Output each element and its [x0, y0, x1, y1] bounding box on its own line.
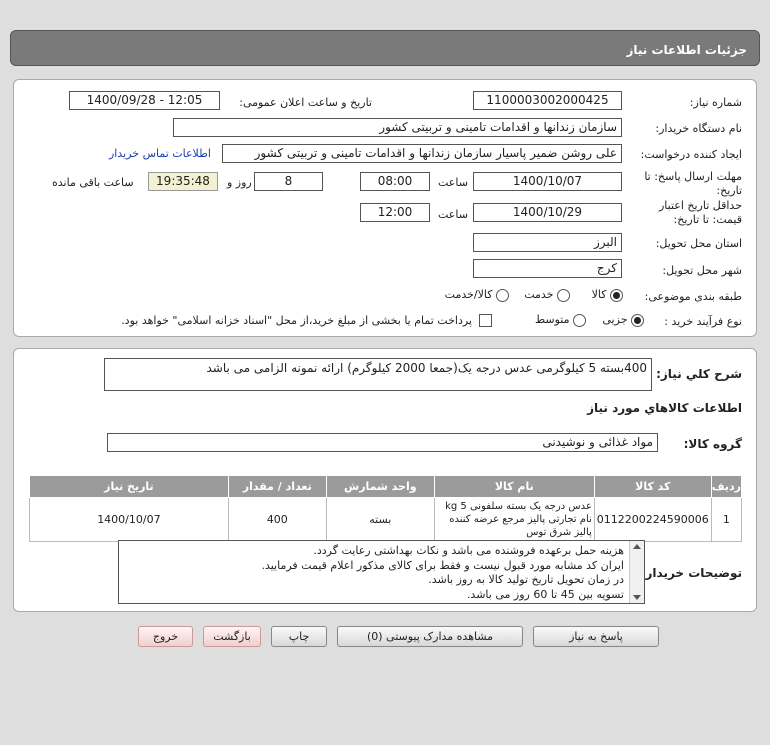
validity-time-label: ساعت: [438, 208, 468, 221]
send-deadline-label: مهلت ارسال پاسخ: تا تاریخ:: [644, 170, 742, 197]
radio-selected-icon: [631, 313, 644, 327]
requester-field: علی روشن ضمیر پاسیار سازمان زندانها و اق…: [222, 144, 622, 163]
city-label: شهر محل تحویل:: [662, 264, 742, 277]
radio-unselected-icon: [496, 288, 509, 302]
validity-date-field: 1400/10/29: [473, 203, 622, 222]
col-header-unit: واحد شمارش: [325, 475, 435, 498]
category-option-label: کالا: [591, 288, 607, 301]
col-header-row: ردیف: [710, 475, 743, 498]
city-field: کرج: [473, 259, 622, 278]
remaining-label: ساعت باقی مانده: [52, 176, 134, 189]
need-number-label: شماره نیاز:: [689, 96, 742, 109]
province-label: استان محل تحویل:: [655, 237, 742, 250]
buyer-notes-box[interactable]: هزینه حمل برعهده فروشنده می باشد و نکات …: [118, 540, 645, 604]
table-row[interactable]: 1 0112200224590006 عدس درجه یک بسته سلفو…: [29, 497, 743, 542]
deadline-time-label: ساعت: [438, 176, 468, 189]
radio-unselected-icon: [557, 288, 570, 302]
buyer-note-line: ایران کد مشابه مورد قبول نیست و فقط برای…: [261, 558, 624, 572]
exit-button[interactable]: خروج: [138, 626, 193, 647]
days-and-label: روز و: [227, 176, 252, 189]
buyer-contact-link[interactable]: اطلاعات تماس خریدار: [109, 147, 211, 160]
back-button[interactable]: بازگشت: [203, 626, 261, 647]
cell-goods-name: عدس درجه یک بسته سلفونی 5 kg نام تجارتی …: [433, 497, 595, 542]
process-type-label: نوع فرآیند خرید :: [664, 315, 742, 328]
requester-label: ایجاد کننده درخواست:: [640, 148, 742, 161]
cell-unit: بسته: [325, 497, 435, 542]
notes-scrollbar[interactable]: [629, 541, 644, 603]
treasury-payment-checkbox[interactable]: [479, 314, 492, 327]
buyer-note-line: تسویه بین 45 تا 60 روز می باشد.: [466, 587, 624, 601]
goods-group-field: مواد غذائی و نوشیدنی: [107, 433, 658, 452]
process-option-label: متوسط: [534, 313, 570, 326]
cell-row-number: 1: [710, 497, 743, 542]
process-radio-medium[interactable]: متوسط: [526, 313, 586, 327]
scroll-up-arrow-icon[interactable]: [633, 544, 641, 549]
cell-quantity: 400: [227, 497, 327, 542]
process-radio-minor[interactable]: جزیی: [592, 313, 644, 327]
radio-selected-icon: [610, 288, 623, 302]
reply-to-need-button[interactable]: پاسخ به نیاز: [533, 626, 659, 647]
days-remaining-field: 8: [254, 172, 323, 191]
cell-goods-code: 0112200224590006: [593, 497, 712, 542]
page-title: جزئیات اطلاعات نیاز: [10, 30, 760, 66]
col-header-code: کد کالا: [593, 475, 712, 498]
buyer-notes-label: توضیحات خریدار:: [640, 566, 742, 580]
category-radio-goods-service[interactable]: کالا/خدمت: [425, 288, 509, 302]
scroll-down-arrow-icon[interactable]: [633, 595, 641, 600]
general-desc-label: شرح کلي نياز:: [656, 367, 742, 381]
category-option-label: کالا/خدمت: [444, 288, 493, 301]
validity-time-field: 12:00: [360, 203, 430, 222]
category-radio-service[interactable]: خدمت: [515, 288, 570, 302]
buyer-org-field: سازمان زندانها و اقدامات تامینی و تربیتی…: [173, 118, 622, 137]
process-option-label: جزیی: [602, 313, 628, 326]
general-desc-field: 400بسته 5 کیلوگرمی عدس درجه یک(جمعا 2000…: [104, 358, 652, 391]
buyer-note-line: در زمان تحویل تاریخ تولید کالا به روز با…: [428, 573, 624, 586]
col-header-qty: تعداد / مقدار: [227, 475, 327, 498]
category-label: طبقه بندی موضوعی:: [644, 290, 742, 303]
province-field: البرز: [473, 233, 622, 252]
deadline-date-field: 1400/10/07: [473, 172, 622, 191]
view-attachments-button[interactable]: مشاهده مدارک پیوستی (0): [337, 626, 523, 647]
radio-unselected-icon: [573, 313, 586, 327]
price-validity-label: حداقل تاریخ اعتبار قیمت: تا تاریخ:: [658, 199, 742, 226]
deadline-time-field: 08:00: [360, 172, 430, 191]
need-number-field: 1100003002000425: [473, 91, 622, 110]
treasury-payment-note: پرداخت تمام یا بخشی از مبلغ خرید،از محل …: [121, 314, 472, 327]
goods-info-heading: اطلاعات کالاهاي مورد نياز: [587, 401, 742, 415]
remaining-time-field: 19:35:48: [148, 172, 218, 191]
col-header-name: نام کالا: [433, 475, 595, 498]
col-header-date: تاریخ نیاز: [29, 475, 229, 498]
goods-table: ردیف کد کالا نام کالا واحد شمارش تعداد /…: [29, 475, 743, 542]
announce-datetime-field: 1400/09/28 - 12:05: [69, 91, 220, 110]
buyer-note-line: هزینه حمل برعهده فروشنده می باشد و نکات …: [313, 544, 624, 557]
buyer-org-label: نام دستگاه خریدار:: [655, 122, 742, 135]
print-button[interactable]: چاپ: [271, 626, 327, 647]
announce-datetime-label: تاریخ و ساعت اعلان عمومی:: [239, 96, 372, 109]
goods-group-label: گروه کالا:: [683, 437, 742, 451]
cell-need-date: 1400/10/07: [29, 497, 229, 542]
category-radio-goods[interactable]: کالا: [583, 288, 623, 302]
category-option-label: خدمت: [524, 288, 554, 301]
